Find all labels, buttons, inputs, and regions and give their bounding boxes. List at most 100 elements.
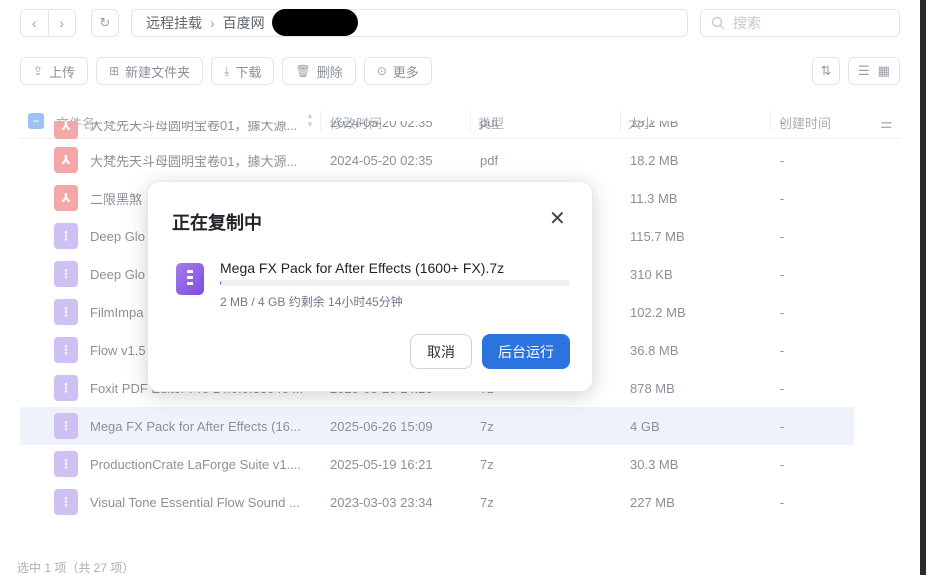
view-toggle[interactable]: ☰ ▦ [848, 57, 900, 85]
file-created: - [780, 152, 785, 168]
upload-label: 上传 [49, 64, 76, 80]
file-type: 7z [480, 494, 494, 510]
breadcrumb-item-remote[interactable]: 远程挂载 [146, 13, 202, 33]
breadcrumb-item-baidu[interactable]: 百度网 [223, 13, 265, 33]
file-size: 36.8 MB [630, 342, 679, 358]
download-icon: ⤓ [224, 63, 230, 78]
file-created: - [780, 121, 785, 130]
table-row[interactable]: ⋮ ProductionCrate LaForge Suite v1.... 2… [20, 445, 854, 483]
more-label: 更多 [392, 64, 419, 80]
run-in-background-button[interactable]: 后台运行 [482, 334, 570, 369]
delete-button[interactable]: 🗑 删除 [282, 57, 356, 85]
progress-bar [220, 280, 570, 286]
file-name: 大梵先天斗母圆明宝卷01，據大源... [90, 153, 298, 169]
breadcrumb: 远程挂载 › 百度网 [131, 9, 688, 37]
close-icon[interactable]: ✕ [549, 208, 566, 230]
folder-plus-icon: ⊞ [109, 64, 120, 78]
zip-file-icon: ⋮ [54, 375, 78, 401]
new-folder-button[interactable]: ⊞ 新建文件夹 [96, 57, 204, 85]
file-created: - [780, 380, 785, 396]
search-placeholder: 搜索 [733, 15, 761, 31]
copy-progress-dialog: 正在复制中 ✕ Mega FX Pack for After Effects (… [147, 181, 593, 392]
file-created: - [780, 456, 785, 472]
window-edge [920, 0, 926, 575]
list-view-icon[interactable]: ☰ [858, 63, 870, 79]
upload-icon: ⇪ [33, 64, 44, 78]
file-name: 大梵先天斗母圆明宝卷01，據大源... [90, 121, 298, 133]
sort-button[interactable]: ⇅ [812, 57, 840, 85]
table-row[interactable]: ⅄ 大梵先天斗母圆明宝卷01，據大源... 2024-05-20 02:35 p… [20, 121, 854, 141]
pdf-file-icon: ⅄ [54, 121, 78, 139]
back-button[interactable]: ‹ [21, 10, 48, 36]
more-icon: ⊙ [376, 64, 387, 78]
new-folder-label: 新建文件夹 [125, 64, 191, 80]
file-created: - [780, 266, 785, 282]
breadcrumb-separator: › [210, 15, 215, 31]
file-date: 2023-03-03 23:34 [330, 494, 433, 510]
dialog-title: 正在复制中 [172, 213, 262, 233]
file-size: 11.3 MB [630, 190, 678, 206]
more-button[interactable]: ⊙ 更多 [363, 57, 432, 85]
file-created: - [780, 190, 785, 206]
zip-file-icon: ⋮ [54, 451, 78, 477]
table-row[interactable]: ⋮ Visual Tone Essential Flow Sound ... 2… [20, 483, 854, 521]
chevron-right-icon: › [59, 15, 65, 31]
trash-icon: 🗑 [295, 64, 311, 78]
top-bar: ‹ › ↻ 远程挂载 › 百度网 搜索 [20, 9, 900, 37]
zip-file-icon: ⋮ [54, 413, 78, 439]
file-type: 7z [480, 456, 494, 472]
history-nav: ‹ › [20, 9, 76, 37]
search-input[interactable]: 搜索 [700, 9, 900, 37]
zip-file-icon: ⋮ [54, 223, 78, 249]
grid-view-icon[interactable]: ▦ [878, 63, 890, 79]
view-tools: ⇅ ☰ ▦ [812, 57, 900, 85]
file-created: - [780, 342, 785, 358]
file-name: Visual Tone Essential Flow Sound ... [90, 494, 300, 510]
file-date: 2025-05-19 16:21 [330, 456, 433, 472]
file-size: 4 GB [630, 418, 660, 434]
zip-file-icon: ⋮ [54, 489, 78, 515]
file-date: 2024-05-20 02:35 [330, 121, 433, 130]
table-row-selected[interactable]: ⋮ Mega FX Pack for After Effects (16... … [20, 407, 854, 445]
file-name: ProductionCrate LaForge Suite v1.... [90, 456, 302, 472]
zip-file-icon: ⋮ [54, 261, 78, 287]
delete-label: 删除 [316, 64, 343, 80]
status-bar-text: 选中 1 项（共 27 项） [17, 561, 135, 575]
action-toolbar: ⇪ 上传 ⊞ 新建文件夹 ⤓ 下载 🗑 删除 ⊙ 更多 [20, 57, 432, 85]
download-button[interactable]: ⤓ 下载 [211, 57, 275, 85]
pdf-file-icon: ⅄ [54, 185, 78, 211]
file-name: Mega FX Pack for After Effects (16... [90, 418, 301, 434]
copy-filename: Mega FX Pack for After Effects (1600+ FX… [220, 260, 505, 276]
chevron-left-icon: ‹ [31, 15, 37, 31]
file-type: pdf [480, 152, 499, 168]
zip-archive-icon [176, 263, 204, 295]
file-date: 2025-06-26 15:09 [330, 418, 433, 434]
download-label: 下载 [235, 64, 262, 80]
redaction-mark [272, 9, 358, 36]
file-type: pdf [480, 121, 499, 130]
file-size: 30.3 MB [630, 456, 679, 472]
file-size: 878 MB [630, 380, 675, 396]
column-settings-icon[interactable]: ⚌ [880, 115, 893, 132]
table-row[interactable]: ⅄ 大梵先天斗母圆明宝卷01，據大源... 2024-05-20 02:35 p… [20, 141, 854, 179]
upload-button[interactable]: ⇪ 上传 [20, 57, 89, 85]
file-created: - [780, 418, 785, 434]
file-date: 2024-05-20 02:35 [330, 152, 433, 168]
file-created: - [780, 228, 785, 244]
file-created: - [780, 304, 785, 320]
file-size: 18.2 MB [630, 121, 679, 130]
forward-button[interactable]: › [47, 10, 76, 36]
refresh-button[interactable]: ↻ [91, 9, 119, 37]
zip-file-icon: ⋮ [54, 299, 78, 325]
cancel-button[interactable]: 取消 [410, 334, 472, 369]
file-size: 227 MB [630, 494, 675, 510]
search-icon [711, 16, 725, 30]
progress-text: 2 MB / 4 GB 约剩余 14小时45分钟 [220, 295, 403, 309]
sort-icon: ⇅ [820, 63, 832, 78]
file-size: 102.2 MB [630, 304, 686, 320]
file-size: 18.2 MB [630, 152, 679, 168]
zip-file-icon: ⋮ [54, 337, 78, 363]
file-size: 310 KB [630, 266, 673, 282]
file-type: 7z [480, 418, 494, 434]
file-created: - [780, 494, 785, 510]
